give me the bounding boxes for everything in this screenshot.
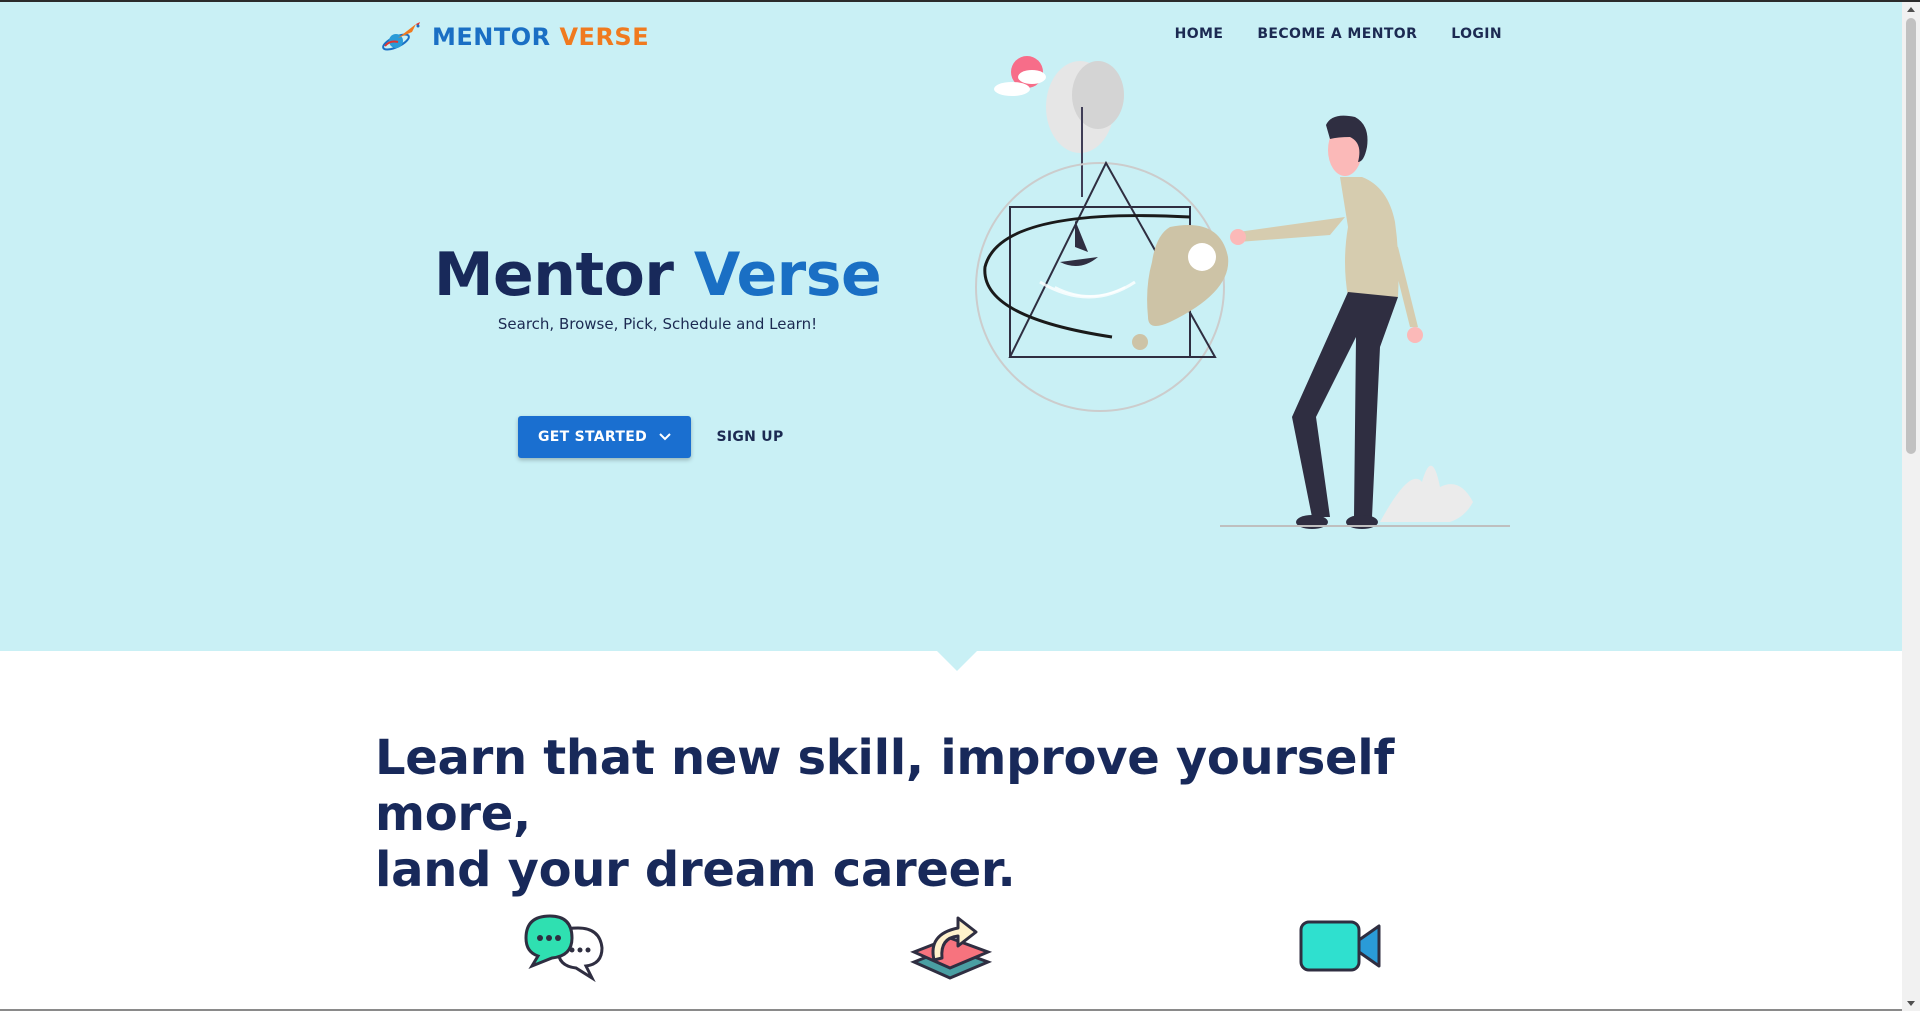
chat-bubbles-icon — [524, 914, 604, 983]
brand-word-mentor: MENTOR — [432, 23, 551, 51]
get-started-label: GET STARTED — [537, 429, 648, 445]
video-camera-icon — [1299, 920, 1381, 972]
top-nav: HOME BECOME A MENTOR LOGIN — [1175, 26, 1502, 42]
scroll-up-arrow-icon[interactable] — [1907, 7, 1915, 12]
scroll-thumb[interactable] — [1906, 18, 1916, 454]
share-layers-icon — [910, 916, 993, 980]
chevron-down-icon — [659, 433, 671, 441]
nav-login-link[interactable]: LOGIN — [1451, 26, 1502, 42]
nav-home-link[interactable]: HOME — [1175, 26, 1224, 42]
rocket-planet-icon — [382, 22, 420, 51]
headline-line2: land your dream career. — [375, 842, 1016, 898]
get-started-button[interactable]: GET STARTED — [518, 416, 691, 458]
hero-notch — [937, 651, 977, 671]
scroll-down-arrow-icon[interactable] — [1907, 1001, 1915, 1006]
map-pin-shape — [1147, 225, 1229, 326]
brand-logo[interactable]: MENTOR VERSE — [380, 20, 649, 54]
section-headline: Learn that new skill, improve yourself m… — [375, 730, 1515, 898]
hero-title-part2: Verse — [693, 240, 882, 310]
person-legs — [1292, 292, 1398, 517]
hero-illustration — [975, 56, 1510, 529]
brand-name: MENTOR VERSE — [432, 23, 649, 51]
brand-word-verse: VERSE — [559, 23, 650, 51]
hero-title: Mentor Verse — [400, 240, 915, 310]
hero-subtitle: Search, Browse, Pick, Schedule and Learn… — [497, 315, 818, 333]
sign-up-button[interactable]: SIGN UP — [700, 416, 800, 458]
plant-shape — [1380, 465, 1473, 522]
hero-title-part1: Mentor — [433, 240, 674, 310]
sign-up-label: SIGN UP — [716, 429, 784, 445]
headline-line1: Learn that new skill, improve yourself m… — [375, 730, 1395, 842]
page-scrollbar[interactable] — [1902, 2, 1920, 1011]
nav-become-mentor-link[interactable]: BECOME A MENTOR — [1257, 26, 1417, 42]
hero-section: MENTOR VERSE HOME BECOME A MENTOR LOGIN … — [0, 2, 1902, 651]
person-torso — [1340, 177, 1399, 297]
